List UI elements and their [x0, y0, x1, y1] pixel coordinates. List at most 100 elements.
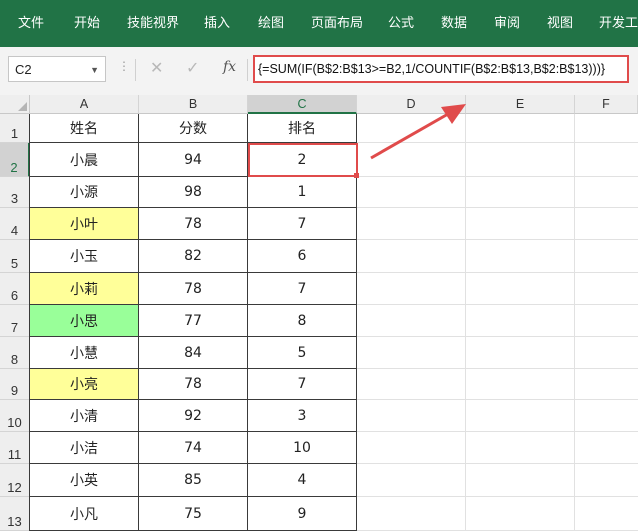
formula-input[interactable]: {=SUM(IF(B$2:B$13>=B2,1/COUNTIF(B$2:B$13… — [253, 55, 629, 83]
table-cell-score[interactable]: 78 — [139, 369, 248, 400]
insert-function-icon[interactable]: fx — [223, 59, 236, 75]
table-cell-rank[interactable]: 9 — [248, 497, 357, 531]
cell-value: 7 — [297, 215, 307, 232]
row-number: 13 — [7, 514, 22, 529]
table-cell-name[interactable]: 小玉 — [30, 240, 139, 273]
confirm-icon[interactable]: ✓ — [186, 58, 199, 77]
table-cell-rank[interactable]: 1 — [248, 177, 357, 208]
table-cell-score[interactable]: 85 — [139, 464, 248, 497]
table-cell-rank[interactable]: 7 — [248, 208, 357, 240]
cell-value: 小凡 — [70, 506, 98, 523]
column-header-c[interactable]: C — [248, 95, 357, 114]
table-cell-score[interactable]: 98 — [139, 177, 248, 208]
row-header-11[interactable]: 11 — [0, 432, 30, 464]
cell-a1-name-header[interactable]: 姓名 — [30, 114, 139, 143]
table-cell-name[interactable]: 小思 — [30, 305, 139, 337]
cell-value: 78 — [184, 280, 202, 297]
row-header-3[interactable]: 3 — [0, 177, 30, 208]
column-header-a[interactable]: A — [30, 95, 139, 114]
cell-value: 94 — [184, 151, 202, 168]
table-cell-score[interactable]: 77 — [139, 305, 248, 337]
column-header-f[interactable]: F — [575, 95, 638, 114]
table-cell-name[interactable]: 小洁 — [30, 432, 139, 464]
tab-review[interactable]: 审阅 — [494, 0, 520, 47]
row-header-6[interactable]: 6 — [0, 273, 30, 305]
cell-value: 10 — [293, 439, 311, 456]
tab-insert[interactable]: 插入 — [204, 0, 230, 47]
select-all-corner[interactable] — [0, 95, 30, 114]
table-cell-rank[interactable]: 10 — [248, 432, 357, 464]
row-header-5[interactable]: 5 — [0, 240, 30, 273]
table-cell-name[interactable]: 小亮 — [30, 369, 139, 400]
cancel-icon[interactable]: ✕ — [150, 58, 163, 77]
table-cell-name[interactable]: 小清 — [30, 400, 139, 432]
column-header-b[interactable]: B — [139, 95, 248, 114]
table-cell-score[interactable]: 82 — [139, 240, 248, 273]
row-number: 8 — [10, 352, 19, 367]
table-cell-rank[interactable]: 4 — [248, 464, 357, 497]
row-header-2[interactable]: 2 — [0, 143, 30, 177]
table-cell-score[interactable]: 74 — [139, 432, 248, 464]
row-header-7[interactable]: 7 — [0, 305, 30, 337]
tab-view[interactable]: 视图 — [547, 0, 573, 47]
tab-developer[interactable]: 开发工具 — [599, 0, 638, 47]
table-cell-rank[interactable]: 5 — [248, 337, 357, 369]
table-cell-name[interactable]: 小源 — [30, 177, 139, 208]
cell-value: 姓名 — [70, 121, 98, 137]
table-cell-score[interactable]: 94 — [139, 143, 248, 177]
formula-bar: C2 ▼ ⋮ ✕ ✓ fx {=SUM(IF(B$2:B$13>=B2,1/CO… — [0, 47, 638, 96]
row-header-4[interactable]: 4 — [0, 208, 30, 240]
tab-file[interactable]: 文件 — [18, 0, 44, 47]
name-box-value: C2 — [15, 62, 32, 77]
cell-b1-score-header[interactable]: 分数 — [139, 114, 248, 143]
table-cell-score[interactable]: 92 — [139, 400, 248, 432]
table-cell-name[interactable]: 小英 — [30, 464, 139, 497]
cell-value: 2 — [297, 151, 307, 168]
table-cell-name[interactable]: 小凡 — [30, 497, 139, 531]
table-cell-name[interactable]: 小晨 — [30, 143, 139, 177]
tab-data[interactable]: 数据 — [441, 0, 467, 47]
table-cell-rank[interactable]: 3 — [248, 400, 357, 432]
table-cell-rank[interactable]: 2 — [248, 143, 357, 177]
chevron-down-icon[interactable]: ▼ — [84, 57, 99, 83]
table-cell-score[interactable]: 75 — [139, 497, 248, 531]
tab-draw[interactable]: 绘图 — [258, 0, 284, 47]
cell-value: 85 — [184, 472, 202, 488]
cell-value: 小思 — [70, 313, 98, 330]
table-cell-rank[interactable]: 7 — [248, 273, 357, 305]
fill-handle[interactable] — [354, 173, 359, 178]
name-box[interactable]: C2 ▼ — [8, 56, 106, 82]
row-header-10[interactable]: 10 — [0, 400, 30, 432]
row-header-1[interactable]: 1 — [0, 114, 30, 143]
table-cell-rank[interactable]: 7 — [248, 369, 357, 400]
table-cell-score[interactable]: 78 — [139, 273, 248, 305]
table-cell-rank[interactable]: 8 — [248, 305, 357, 337]
row-header-9[interactable]: 9 — [0, 369, 30, 400]
tab-skill-view[interactable]: 技能视界 — [127, 0, 179, 47]
table-cell-rank[interactable]: 6 — [248, 240, 357, 273]
more-options-icon[interactable]: ⋮ — [118, 59, 130, 73]
cell-value: 92 — [184, 407, 202, 424]
column-header-e[interactable]: E — [466, 95, 575, 114]
row-header-8[interactable]: 8 — [0, 337, 30, 369]
cell-value: 4 — [297, 472, 307, 488]
cell-value: 5 — [297, 344, 307, 361]
column-header-d[interactable]: D — [357, 95, 466, 114]
row-header-13[interactable]: 13 — [0, 497, 30, 531]
table-cell-name[interactable]: 小慧 — [30, 337, 139, 369]
table-cell-score[interactable]: 78 — [139, 208, 248, 240]
tab-home[interactable]: 开始 — [74, 0, 100, 47]
cell-value: 小洁 — [70, 440, 98, 457]
cell-value: 74 — [184, 439, 202, 456]
table-cell-score[interactable]: 84 — [139, 337, 248, 369]
table-cell-name[interactable]: 小莉 — [30, 273, 139, 305]
row-number: 4 — [10, 223, 19, 238]
cell-value: 小晨 — [70, 152, 98, 169]
tab-page-layout[interactable]: 页面布局 — [311, 0, 363, 47]
table-cell-name[interactable]: 小叶 — [30, 208, 139, 240]
select-all-triangle-icon — [18, 102, 27, 111]
row-header-12[interactable]: 12 — [0, 464, 30, 497]
tab-formulas[interactable]: 公式 — [388, 0, 414, 47]
cell-c1-rank-header[interactable]: 排名 — [248, 114, 357, 143]
cell-value: 小清 — [70, 408, 98, 425]
